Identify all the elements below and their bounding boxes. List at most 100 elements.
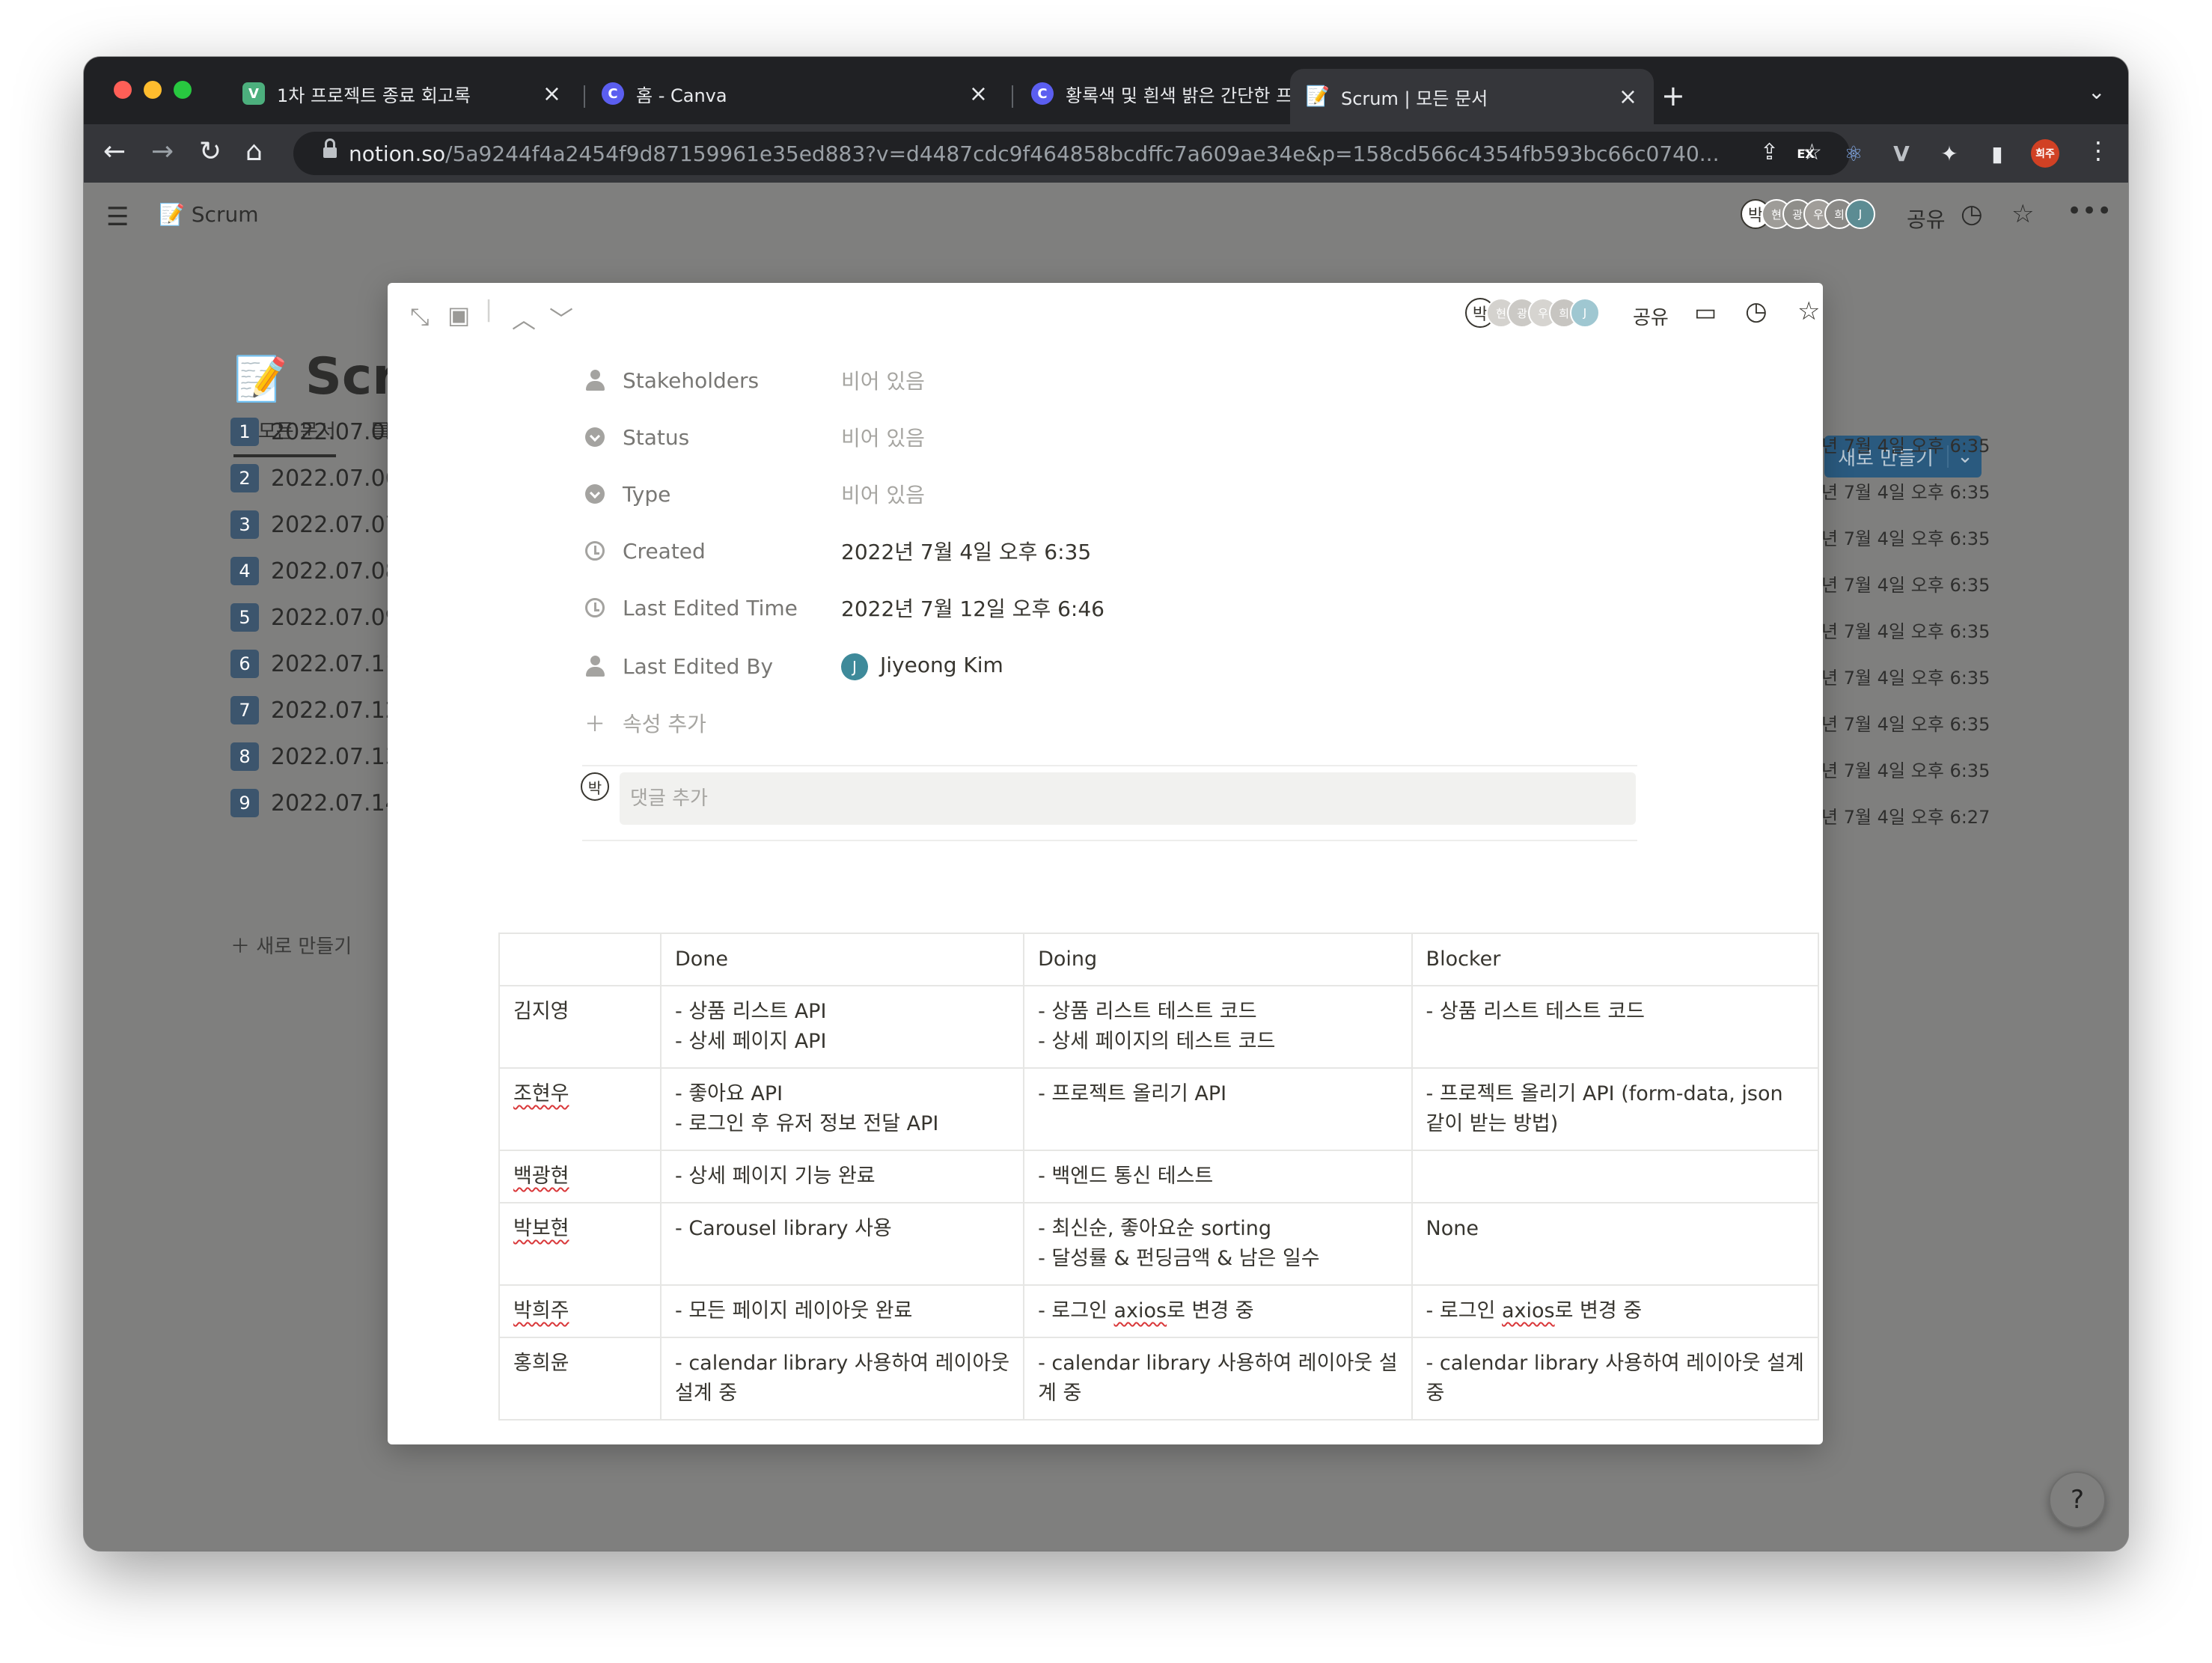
browser-tab-active[interactable]: 📝 Scrum | 모든 문서 × bbox=[1290, 69, 1654, 124]
close-tab-icon[interactable]: × bbox=[1619, 84, 1637, 110]
table-header-cell[interactable]: Doing bbox=[1023, 933, 1413, 986]
cell-text-line: - 달성률 & 펀딩금액 & 남은 일수 bbox=[1038, 1247, 1320, 1270]
react-devtools-icon[interactable]: ⚛ bbox=[1839, 139, 1868, 168]
share-button[interactable]: 공유 bbox=[1633, 302, 1669, 330]
doing-cell[interactable]: - calendar library 사용하여 레이아웃 설계 중 bbox=[1023, 1337, 1413, 1421]
database-row[interactable]: 6 2022.07.11 bbox=[230, 650, 400, 678]
table-header-cell[interactable] bbox=[498, 933, 662, 986]
property-last-edited-by[interactable]: Last Edited By J Jiyeong Kim bbox=[584, 651, 1003, 681]
done-cell[interactable]: - 모든 페이지 레이아웃 완료 bbox=[659, 1284, 1025, 1338]
member-name-cell[interactable]: 박보현 bbox=[498, 1202, 662, 1286]
property-value[interactable]: 비어 있음 bbox=[841, 422, 925, 452]
database-row[interactable]: 7 2022.07.12 bbox=[230, 696, 400, 724]
property-stakeholders[interactable]: Stakeholders 비어 있음 bbox=[584, 365, 925, 395]
comments-icon[interactable]: ▭ bbox=[1694, 298, 1717, 326]
doing-cell[interactable]: - 프로젝트 올리기 API bbox=[1023, 1067, 1413, 1151]
browser-tab[interactable]: C 홈 - Canva × bbox=[585, 72, 1004, 115]
side-panel-icon[interactable]: ▮ bbox=[1983, 139, 2011, 168]
done-cell[interactable]: - 상품 리스트 API - 상세 페이지 API bbox=[659, 985, 1025, 1069]
database-row[interactable]: 3 2022.07.07 bbox=[230, 510, 400, 539]
property-value[interactable]: 비어 있음 bbox=[841, 479, 925, 509]
favorite-star-icon[interactable]: ☆ bbox=[2011, 199, 2034, 229]
blocker-cell[interactable]: - calendar library 사용하여 레이아웃 설계 중 bbox=[1411, 1337, 1819, 1421]
done-cell[interactable]: - 상세 페이지 기능 완료 bbox=[659, 1150, 1025, 1203]
avatar: J bbox=[1570, 298, 1600, 328]
new-tab-icon[interactable]: + bbox=[1661, 79, 1685, 112]
blocker-cell[interactable]: - 로그인 axios로 변경 중 bbox=[1411, 1284, 1819, 1338]
share-button[interactable]: 공유 bbox=[1907, 204, 1946, 234]
breadcrumb-label: Scrum bbox=[191, 202, 259, 227]
row-title: 2022.07.13 bbox=[271, 743, 400, 770]
browser-tab[interactable]: V 1차 프로젝트 종료 회고록 × bbox=[226, 72, 578, 115]
add-new-row-button[interactable]: ＋ 새로 만들기 bbox=[230, 931, 352, 959]
open-as-page-icon[interactable]: ▣ bbox=[447, 301, 470, 329]
database-row[interactable]: 5 2022.07.09 bbox=[230, 603, 400, 632]
done-cell[interactable]: - calendar library 사용하여 레이아웃 설계 중 bbox=[659, 1337, 1025, 1421]
member-name-cell[interactable]: 조현우 bbox=[498, 1067, 662, 1151]
maximize-window-button[interactable] bbox=[174, 81, 192, 99]
forward-arrow-icon[interactable]: → bbox=[151, 136, 174, 167]
profile-avatar[interactable]: 희주 bbox=[2031, 139, 2059, 168]
minimize-window-button[interactable] bbox=[144, 81, 162, 99]
doing-cell[interactable]: - 백엔드 통신 테스트 bbox=[1023, 1150, 1413, 1203]
home-icon[interactable]: ⌂ bbox=[245, 136, 263, 167]
doing-cell[interactable]: - 상품 리스트 테스트 코드 - 상세 페이지의 테스트 코드 bbox=[1023, 985, 1413, 1069]
property-value[interactable]: 비어 있음 bbox=[841, 365, 925, 395]
cell-text-line: - 모든 페이지 레이아웃 완료 bbox=[675, 1299, 913, 1322]
member-name-cell[interactable]: 홍희윤 bbox=[498, 1337, 662, 1421]
close-window-button[interactable] bbox=[114, 81, 132, 99]
comment-input[interactable] bbox=[620, 772, 1636, 825]
cell-text-line: 계 중 bbox=[1038, 1382, 1082, 1405]
database-row[interactable]: 9 2022.07.14 bbox=[230, 789, 400, 817]
collaborator-avatars[interactable]: 박 현 광 우 희 J bbox=[1465, 298, 1600, 328]
reload-icon[interactable]: ↻ bbox=[199, 136, 221, 167]
collaborator-avatars[interactable]: 박 현 광 우 희 J bbox=[1741, 199, 1875, 229]
row-created-date: 년 7월 4일 오후 6:35 bbox=[1821, 482, 1991, 503]
doing-cell[interactable]: - 최신순, 좋아요순 sorting - 달성률 & 펀딩금액 & 남은 일수 bbox=[1023, 1202, 1413, 1286]
sidebar-menu-icon[interactable]: ☰ bbox=[106, 202, 129, 232]
favorite-star-icon[interactable]: ☆ bbox=[1797, 296, 1820, 326]
property-status[interactable]: Status 비어 있음 bbox=[584, 422, 925, 452]
member-name-cell[interactable]: 김지영 bbox=[498, 985, 662, 1069]
property-type[interactable]: Type 비어 있음 bbox=[584, 479, 925, 509]
member-name-cell[interactable]: 백광현 bbox=[498, 1150, 662, 1203]
previous-page-chevron-up-icon[interactable]: ︿ bbox=[512, 301, 536, 335]
close-tab-icon[interactable]: × bbox=[543, 81, 561, 107]
blocker-cell[interactable]: - 상품 리스트 테스트 코드 bbox=[1411, 985, 1819, 1069]
browser-menu-icon[interactable]: ⋮ bbox=[2086, 136, 2110, 165]
tab-search-chevron-icon[interactable]: ⌄ bbox=[2088, 79, 2105, 104]
more-options-icon[interactable]: ••• bbox=[2067, 196, 2112, 226]
done-cell[interactable]: - 좋아요 API - 로그인 후 유저 정보 전달 API bbox=[659, 1067, 1025, 1151]
blocker-cell[interactable]: - 프로젝트 올리기 API (form-data, json 같이 받는 방법) bbox=[1411, 1067, 1819, 1151]
breadcrumb[interactable]: 📝 Scrum bbox=[159, 202, 258, 227]
vue-devtools-icon[interactable]: V bbox=[1887, 139, 1916, 168]
misspelled-word: axios bbox=[1501, 1299, 1555, 1322]
doing-cell[interactable]: - 로그인 axios로 변경 중 bbox=[1023, 1284, 1413, 1338]
database-row[interactable]: 2 2022.07.06 bbox=[230, 464, 400, 492]
share-page-icon[interactable]: ⇪ bbox=[1760, 139, 1779, 165]
add-property-button[interactable]: ＋ 속성 추가 bbox=[584, 708, 841, 738]
divider bbox=[582, 765, 1637, 766]
comment-input-box[interactable] bbox=[620, 772, 1636, 825]
help-button[interactable]: ? bbox=[2049, 1471, 2106, 1528]
back-arrow-icon[interactable]: ← bbox=[103, 136, 126, 167]
database-row[interactable]: 8 2022.07.13 bbox=[230, 742, 400, 771]
database-row[interactable]: 1 2022.07.05 bbox=[230, 418, 400, 446]
member-name-cell[interactable]: 박희주 bbox=[498, 1284, 662, 1338]
property-last-edited-time[interactable]: Last Edited Time 2022년 7월 12일 오후 6:46 bbox=[584, 593, 1105, 623]
expand-full-page-icon[interactable]: ⤡ bbox=[410, 302, 430, 332]
extension-ex-icon[interactable]: EX bbox=[1791, 139, 1820, 168]
row-title: 2022.07.11 bbox=[271, 650, 400, 677]
table-header-cell[interactable]: Blocker bbox=[1411, 933, 1819, 986]
table-header-cell[interactable]: Done bbox=[659, 933, 1025, 986]
database-row[interactable]: 4 2022.07.08 bbox=[230, 557, 400, 585]
blocker-cell[interactable] bbox=[1411, 1150, 1819, 1203]
address-bar[interactable]: notion.so /5a9244f4a2454f9d87159961e35ed… bbox=[293, 132, 1850, 175]
next-page-chevron-down-icon[interactable]: ﹀ bbox=[549, 301, 573, 335]
blocker-cell[interactable]: None bbox=[1411, 1202, 1819, 1286]
extensions-puzzle-icon[interactable]: ✦ bbox=[1935, 139, 1964, 168]
property-created[interactable]: Created 2022년 7월 4일 오후 6:35 bbox=[584, 536, 1091, 566]
history-clock-icon[interactable]: ◷ bbox=[1961, 199, 1983, 229]
done-cell[interactable]: - Carousel library 사용 bbox=[659, 1202, 1025, 1286]
history-clock-icon[interactable]: ◷ bbox=[1745, 296, 1768, 326]
